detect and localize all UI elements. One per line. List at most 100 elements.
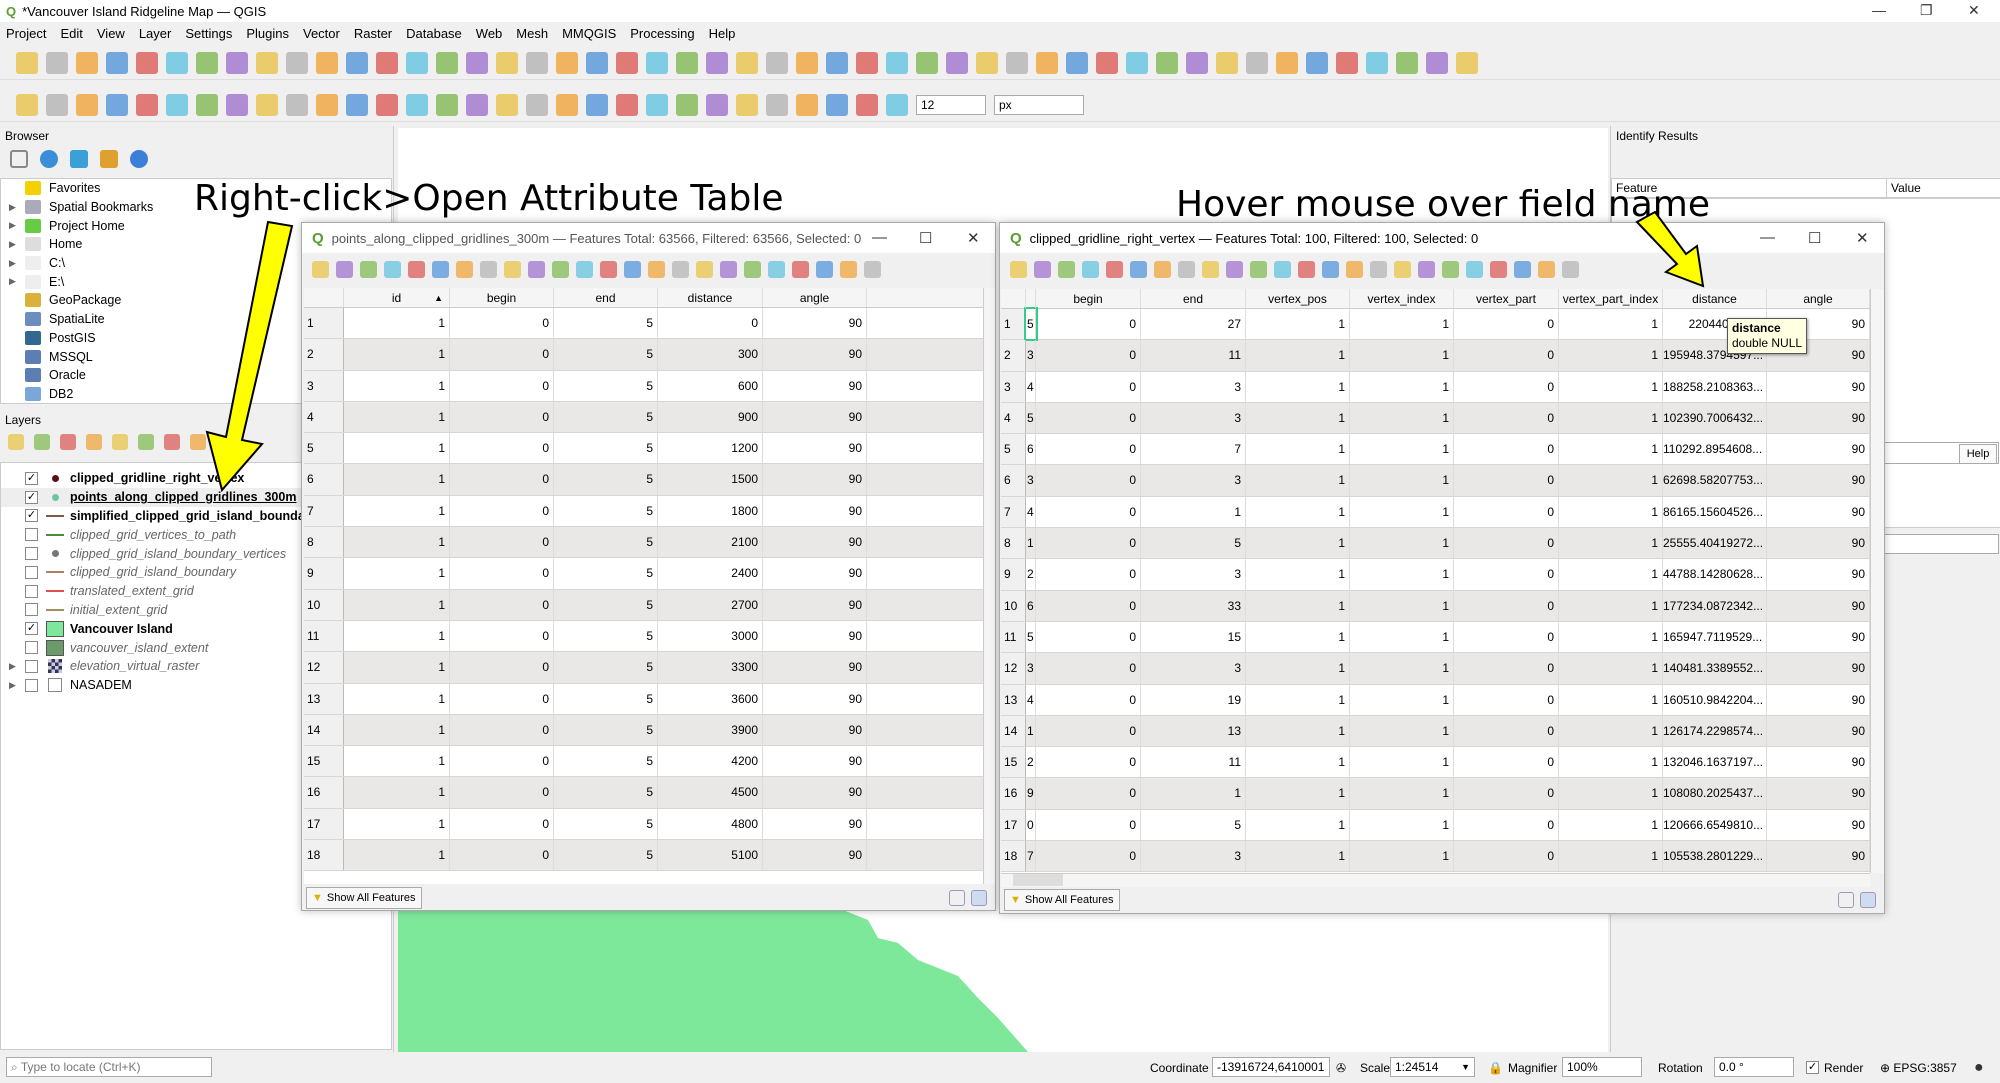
form-view-icon[interactable] xyxy=(949,890,965,906)
table-cell[interactable]: 5 xyxy=(554,777,658,808)
table-cell[interactable]: 1 xyxy=(1246,434,1350,465)
layer-visibility-checkbox[interactable] xyxy=(25,528,38,542)
zoom-to-selected-icon[interactable] xyxy=(1394,260,1411,278)
multi-icon[interactable] xyxy=(1126,51,1148,74)
show-all-features-button[interactable]: ▼ Show All Features xyxy=(306,887,422,909)
table-cell[interactable]: 600 xyxy=(658,370,763,401)
table-cell[interactable]: 3900 xyxy=(658,714,763,746)
table-cell[interactable]: 900 xyxy=(658,401,763,433)
row-number[interactable]: 7 xyxy=(1001,496,1026,528)
table-cell[interactable]: 5 xyxy=(554,558,658,589)
invert-selection-icon[interactable] xyxy=(576,260,593,278)
conditional-formatting-icon[interactable] xyxy=(792,260,809,278)
table-cell[interactable]: 1 xyxy=(344,840,450,871)
table-cell[interactable]: 4200 xyxy=(658,746,763,777)
table-row[interactable]: 17 0 0 5 1 1 0 1 120666.6549810... 90 xyxy=(1001,809,1870,842)
table-cell[interactable]: 90 xyxy=(1767,465,1870,496)
table-cell[interactable]: 90 xyxy=(1767,747,1870,778)
table-cell[interactable]: 0 xyxy=(450,683,554,714)
table-cell[interactable]: 1 xyxy=(1350,590,1454,621)
snapping-tolerance-field[interactable]: 12 xyxy=(916,94,986,115)
select-location-icon[interactable] xyxy=(856,51,878,74)
lock-scale-icon[interactable]: 🔒 xyxy=(1488,1061,1503,1075)
table-cell[interactable]: 0 xyxy=(1454,653,1559,684)
table-cell[interactable]: 1 xyxy=(1350,371,1454,402)
row-number[interactable]: 7 xyxy=(304,495,344,527)
table-cell[interactable]: 1 xyxy=(1246,528,1350,559)
table-cell[interactable]: 6 xyxy=(1026,434,1036,465)
select-all-icon[interactable] xyxy=(552,260,569,278)
paste-icon[interactable] xyxy=(1202,260,1219,278)
table-cell[interactable]: 4800 xyxy=(658,808,763,840)
zoom-full-icon[interactable] xyxy=(316,51,338,74)
refresh-icon[interactable] xyxy=(40,150,58,168)
undo-icon[interactable] xyxy=(286,93,308,116)
table-cell[interactable]: 0 xyxy=(1454,621,1559,653)
table-cell[interactable]: 3 xyxy=(1141,559,1246,590)
deselect-icon[interactable] xyxy=(600,260,617,278)
column-header-id[interactable]: id ▲ xyxy=(344,288,450,307)
table-cell[interactable]: 90 xyxy=(1767,496,1870,528)
row-number[interactable]: 13 xyxy=(1001,684,1026,715)
table-row[interactable]: 18 7 0 3 1 1 0 1 105538.2801229... 90 xyxy=(1001,841,1870,873)
table-row[interactable]: 13 4 0 19 1 1 0 1 160510.9842204... 90 xyxy=(1001,684,1870,716)
locate-search-field[interactable]: ⌕ Type to locate (Ctrl+K) xyxy=(6,1057,212,1077)
label-props-icon[interactable] xyxy=(1456,51,1478,74)
table-cell[interactable]: 1 xyxy=(1246,715,1350,747)
table-cell[interactable]: 3 xyxy=(1141,371,1246,402)
table-cell[interactable]: 90 xyxy=(1767,841,1870,872)
table-cell[interactable]: 1 xyxy=(344,339,450,370)
table-cell[interactable]: 1 xyxy=(1559,778,1663,809)
properties-icon[interactable] xyxy=(130,150,148,168)
menu-processing[interactable]: Processing xyxy=(630,26,694,41)
table-cell[interactable]: 3 xyxy=(1141,465,1246,496)
field-calculator-icon[interactable] xyxy=(1466,260,1483,278)
row-number[interactable]: 12 xyxy=(1001,653,1026,684)
copy-icon[interactable] xyxy=(480,260,497,278)
table-row[interactable]: 8 1 0 5 1 1 0 1 25555.40419272... 90 xyxy=(1001,528,1870,560)
filter-icon[interactable] xyxy=(70,150,88,168)
row-number[interactable]: 17 xyxy=(304,808,344,840)
row-number[interactable]: 3 xyxy=(304,370,344,401)
row-number[interactable]: 1 xyxy=(1001,309,1026,340)
table-cell[interactable]: 177234.0872342... xyxy=(1663,590,1767,621)
trace-icon[interactable] xyxy=(826,93,848,116)
table-cell[interactable]: 1 xyxy=(344,370,450,401)
table-cell[interactable]: 105538.2801229... xyxy=(1663,841,1767,872)
table-view-icon[interactable] xyxy=(971,890,987,906)
table-cell[interactable]: 0 xyxy=(1036,371,1141,402)
table-cell[interactable]: 2100 xyxy=(658,527,763,558)
layer-visibility-checkbox[interactable]: ✓ xyxy=(25,471,38,485)
table-cell[interactable]: 1 xyxy=(1246,653,1350,684)
table-cell[interactable]: 1 xyxy=(344,433,450,464)
table-cell[interactable]: 0 xyxy=(450,777,554,808)
table-row[interactable]: 5 1 0 5 1200 90 xyxy=(304,433,983,465)
table-cell[interactable]: 1 xyxy=(1246,684,1350,715)
open-layer-styling-icon[interactable] xyxy=(8,434,24,450)
table-cell[interactable]: 1 xyxy=(1350,340,1454,371)
table-row[interactable]: 9 2 0 3 1 1 0 1 44788.14280628... 90 xyxy=(1001,559,1870,591)
table-cell[interactable]: 1 xyxy=(1141,778,1246,809)
table-cell[interactable]: 13 xyxy=(1141,715,1246,747)
reshape-icon[interactable] xyxy=(466,93,488,116)
table-cell[interactable]: 90 xyxy=(1767,809,1870,841)
pan-icon[interactable] xyxy=(196,51,218,74)
table-row[interactable]: 15 1 0 5 4200 90 xyxy=(304,746,983,778)
table-cell[interactable]: 4 xyxy=(1026,496,1036,528)
deselect-icon[interactable] xyxy=(706,93,728,116)
conditional-formatting-icon[interactable] xyxy=(1490,260,1507,278)
table-cell[interactable]: 25555.40419272... xyxy=(1663,528,1767,559)
row-number[interactable]: 2 xyxy=(304,339,344,370)
table-cell[interactable]: 5 xyxy=(554,370,658,401)
table-cell[interactable]: 0 xyxy=(1036,434,1141,465)
table-cell[interactable]: 6 xyxy=(1026,590,1036,621)
table-cell[interactable]: 5 xyxy=(554,808,658,840)
table-row[interactable]: 18 1 0 5 5100 90 xyxy=(304,840,983,872)
table-cell[interactable]: 5 xyxy=(554,527,658,558)
redo-icon[interactable] xyxy=(316,93,338,116)
messages-icon[interactable]: ● xyxy=(1974,1059,1984,1077)
table-row[interactable]: 7 4 0 1 1 1 0 1 86165.15604526... 90 xyxy=(1001,496,1870,529)
table-cell[interactable]: 1 xyxy=(1246,465,1350,496)
menu-plugins[interactable]: Plugins xyxy=(246,26,289,41)
new-project-icon[interactable] xyxy=(16,51,38,74)
